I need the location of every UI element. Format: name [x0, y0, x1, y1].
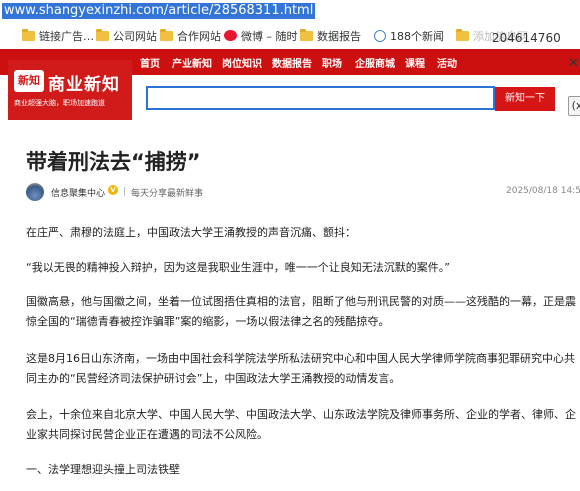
paragraph: 在庄严、肃穆的法庭上，中国政法大学王涌教授的声音沉痛、颤抖：	[26, 226, 356, 239]
bookmark-item[interactable]: 合作网站	[160, 29, 221, 45]
nav-item-events[interactable]: 活动	[437, 55, 457, 70]
globe-icon	[374, 30, 386, 42]
bookmark-item[interactable]: 数据报告	[300, 29, 361, 45]
folder-icon	[96, 29, 109, 41]
search-button[interactable]: 新知一下	[495, 87, 555, 111]
bookmarks-bar: 链接广告… 公司网站 合作网站 微博 – 随时 数据报告 188个新闻 添加信息…	[0, 27, 580, 47]
publish-date: 2025/08/18 14:51	[506, 186, 580, 196]
folder-icon	[160, 29, 173, 41]
nav-item-industry[interactable]: 产业新知	[172, 55, 212, 70]
nav-item-home[interactable]: 首页	[140, 55, 160, 70]
bookmark-item[interactable]: 链接广告…	[22, 29, 94, 45]
side-button[interactable]: (x	[568, 96, 580, 116]
address-bar[interactable]: www.shangyexinzhi.com/article/28568311.h…	[0, 0, 580, 24]
logo-slogan: 商业超强大脑，职场加速跑道	[14, 99, 105, 107]
folder-icon	[300, 29, 313, 41]
article-title: 带着刑法去“捕捞”	[26, 150, 201, 174]
logo-brand: 商业新知	[48, 75, 120, 95]
paragraph: 国徽高悬，他与国徽之间，坐着一位试图捂住真相的法官，阻断了他与刑讯民警的对质——…	[26, 295, 576, 328]
nav-item-workplace[interactable]: 职场	[322, 55, 342, 70]
bookmark-item[interactable]: 微博 – 随时	[224, 29, 298, 45]
nav-item-data-reports[interactable]: 数据报告	[272, 55, 312, 70]
section-heading: 一、法学理想迎头撞上司法铁壁	[26, 463, 180, 476]
bookmark-item[interactable]: 188个新闻	[374, 29, 444, 45]
nav-item-mall[interactable]: 企服商城	[355, 55, 395, 70]
paragraph: “我以无畏的精神投入辩护，因为这是我职业生涯中，唯一一个让良知无法沉默的案件。”	[26, 261, 450, 274]
folder-icon	[22, 29, 35, 41]
paragraph: 会上，十余位来自北京大学、中国人民大学、中国政法大学、山东政法学院及律师事务所、…	[26, 408, 576, 441]
bookmark-number: 204614760	[492, 31, 561, 45]
paragraph: 这是8月16日山东济南，一场由中国社会科学院法学所私法研究中心和中国人民大学律师…	[26, 352, 575, 385]
weibo-icon	[224, 30, 237, 41]
nav-item-job-knowledge[interactable]: 岗位知识	[222, 55, 262, 70]
site-logo[interactable]: 新知 商业新知 商业超强大脑，职场加速跑道	[8, 60, 132, 120]
author-name[interactable]: 信息聚集中心	[51, 186, 105, 199]
divider	[124, 187, 125, 196]
folder-icon	[456, 29, 469, 41]
verified-icon: V	[108, 185, 118, 195]
author-avatar[interactable]	[26, 183, 44, 201]
nav-item-courses[interactable]: 课程	[405, 55, 425, 70]
author-tagline: 每天分享最新鲜事	[131, 189, 204, 199]
bookmark-item[interactable]: 公司网站	[96, 29, 157, 45]
url-text[interactable]: www.shangyexinzhi.com/article/28568311.h…	[2, 3, 316, 19]
close-icon[interactable]: ✕	[568, 56, 579, 71]
search-input[interactable]	[146, 86, 495, 110]
logo-badge: 新知	[14, 70, 44, 92]
